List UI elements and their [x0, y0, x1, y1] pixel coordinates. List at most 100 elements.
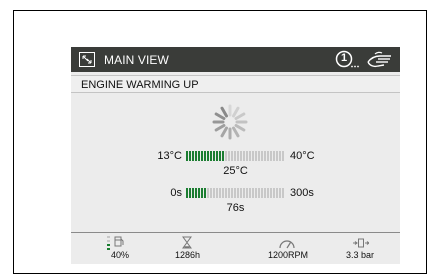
spinner-spoke [220, 126, 228, 138]
bar-segment [228, 188, 230, 198]
bar-segment [261, 188, 263, 198]
notification-count: 1 [340, 52, 348, 64]
bar-segment [189, 188, 191, 198]
bar-segment [219, 151, 221, 161]
temperature-gauge: 13°C 40°C [71, 149, 400, 163]
bar-segment [237, 151, 239, 161]
spinner-spoke [220, 106, 228, 118]
bar-segment [282, 151, 284, 161]
loading-spinner-icon [212, 104, 248, 140]
bar-segment [258, 188, 260, 198]
bar-segment [246, 151, 248, 161]
bar-segment [267, 151, 269, 161]
bar-segment [249, 151, 251, 161]
bar-segment [225, 151, 227, 161]
bar-segment [207, 151, 209, 161]
bar-segment [210, 151, 212, 161]
bar-segment [273, 151, 275, 161]
bar-segment [213, 188, 215, 198]
bar-segment [252, 151, 254, 161]
time-max-label: 300s [290, 187, 314, 199]
bar-segment [273, 188, 275, 198]
spinner-spoke [214, 112, 226, 120]
temperature-bar [186, 151, 286, 161]
bar-segment [192, 151, 194, 161]
spinner-spoke [232, 106, 240, 118]
bar-segment [270, 151, 272, 161]
bar-segment [204, 151, 206, 161]
spinner-spoke [214, 124, 226, 132]
bar-segment [234, 188, 236, 198]
notification-count-icon[interactable]: 1 [335, 50, 359, 69]
bar-segment [267, 188, 269, 198]
bar-segment [231, 151, 233, 161]
bar-segment [243, 151, 245, 161]
bar-segment [228, 151, 230, 161]
bar-segment [276, 188, 278, 198]
bar-segment [255, 188, 257, 198]
bar-segment [198, 151, 200, 161]
page-title: MAIN VIEW [104, 53, 169, 67]
bar-segment [222, 188, 224, 198]
spinner-spoke [234, 112, 246, 120]
bar-segment [231, 188, 233, 198]
bar-segment [213, 151, 215, 161]
spinner-spoke [232, 126, 240, 138]
bar-segment [279, 151, 281, 161]
bar-segment [252, 188, 254, 198]
temperature-value: 25°C [223, 165, 248, 177]
hand-touch-icon[interactable] [366, 50, 394, 69]
bar-segment [222, 151, 224, 161]
bar-segment [237, 188, 239, 198]
bar-segment [261, 151, 263, 161]
bar-segment [276, 151, 278, 161]
title-bar: MAIN VIEW 1 [71, 47, 400, 72]
display-screen: MAIN VIEW 1 ENGINE WARMING UP 13°C 40°C … [71, 47, 400, 264]
bar-segment [210, 188, 212, 198]
bar-segment [186, 151, 188, 161]
bar-segment [264, 188, 266, 198]
status-bar: ENGINE WARMING UP [71, 75, 400, 93]
bar-segment [204, 188, 206, 198]
bar-segment [240, 188, 242, 198]
bar-segment [195, 151, 197, 161]
bar-segment [207, 188, 209, 198]
bar-segment [264, 151, 266, 161]
bar-segment [189, 151, 191, 161]
temperature-max-label: 40°C [290, 150, 315, 162]
bar-segment [270, 188, 272, 198]
pressure-value: 3.3 bar [346, 250, 375, 260]
status-message: ENGINE WARMING UP [81, 79, 199, 91]
bar-segment [279, 188, 281, 198]
bar-segment [186, 188, 188, 198]
time-gauge: 0s 300s [71, 186, 400, 200]
bar-segment [282, 188, 284, 198]
footer-bar: 40% 1286h 1200RPM 3.3 bar [71, 232, 400, 264]
bar-segment [243, 188, 245, 198]
bar-segment [201, 188, 203, 198]
fuel-value: 40% [111, 250, 130, 260]
screen-view-icon[interactable] [79, 52, 95, 67]
bar-segment [192, 188, 194, 198]
time-value: 76s [226, 202, 245, 214]
bar-segment [195, 188, 197, 198]
main-content: 13°C 40°C 25°C 0s 300s 76s [71, 94, 400, 222]
bar-segment [240, 151, 242, 161]
bar-segment [246, 188, 248, 198]
rpm-value: 1200RPM [268, 250, 309, 260]
temperature-min-label: 13°C [157, 150, 182, 162]
bar-segment [216, 188, 218, 198]
bar-segment [234, 151, 236, 161]
hours-value: 1286h [175, 250, 201, 260]
bar-segment [198, 188, 200, 198]
bar-segment [225, 188, 227, 198]
spinner-spoke [234, 124, 246, 132]
bar-segment [219, 188, 221, 198]
time-bar [186, 188, 286, 198]
time-min-label: 0s [170, 187, 182, 199]
bar-segment [249, 188, 251, 198]
bar-segment [255, 151, 257, 161]
bar-segment [216, 151, 218, 161]
bar-segment [258, 151, 260, 161]
device-frame: MAIN VIEW 1 ENGINE WARMING UP 13°C 40°C … [13, 10, 427, 274]
